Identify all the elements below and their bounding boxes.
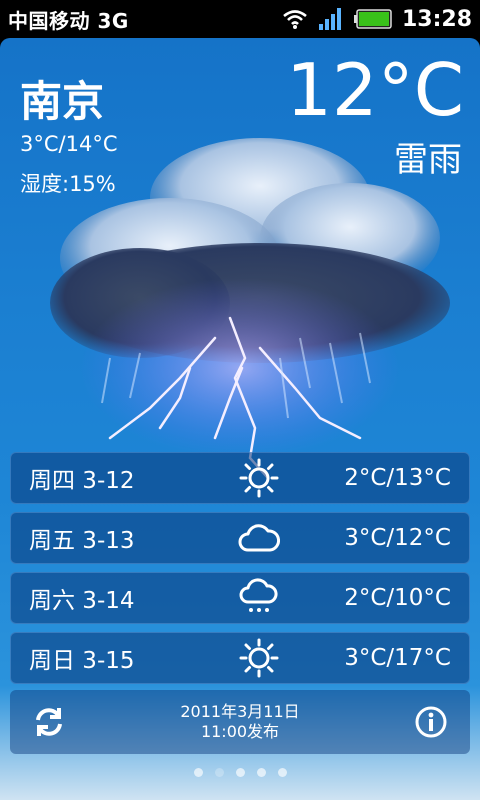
page-dot-active[interactable] — [214, 768, 224, 777]
status-bar: 中国移动 3G 13:28 — [0, 0, 480, 38]
cloudy-icon — [238, 524, 280, 552]
status-icons: 13:28 — [282, 7, 472, 32]
refresh-icon[interactable] — [32, 705, 66, 739]
rain-icon — [239, 578, 278, 612]
today-temp-range: 3°C/14°C — [20, 132, 118, 156]
sunny-icon — [239, 458, 279, 498]
carrier-label: 中国移动 3G — [8, 8, 129, 33]
page-indicator — [0, 768, 480, 777]
weather-panel[interactable]: 南京 3°C/14°C 湿度:15% 12°C 雷雨 周四 3-12 2°C/1… — [0, 38, 480, 800]
forecast-row[interactable]: 周六 3-14 2°C/10°C — [10, 572, 470, 624]
page-dot[interactable] — [277, 768, 287, 777]
page-dot[interactable] — [235, 768, 245, 777]
forecast-temp: 3°C/17°C — [344, 645, 451, 671]
forecast-day: 周六 3-14 — [29, 588, 135, 614]
sunny-icon — [239, 638, 279, 678]
clock: 13:28 — [401, 6, 472, 32]
publish-info: 2011年3月11日 11:00发布 — [66, 702, 414, 742]
forecast-temp: 2°C/10°C — [344, 585, 451, 611]
info-icon[interactable] — [414, 705, 448, 739]
publish-time: 11:00发布 — [200, 722, 280, 741]
forecast-list: 周四 3-12 2°C/13°C 周五 3-13 3°C/12°C 周六 3-1… — [10, 452, 470, 692]
page-dot[interactable] — [256, 768, 266, 777]
footer-bar: 2011年3月11日 11:00发布 — [10, 690, 470, 754]
forecast-day: 周四 3-12 — [29, 468, 135, 494]
forecast-row[interactable]: 周五 3-13 3°C/12°C — [10, 512, 470, 564]
forecast-day: 周日 3-15 — [29, 648, 135, 674]
forecast-row[interactable]: 周四 3-12 2°C/13°C — [10, 452, 470, 504]
current-temperature: 12°C — [286, 48, 464, 132]
current-condition: 雷雨 — [394, 140, 462, 180]
wifi-icon — [283, 10, 307, 29]
forecast-temp: 3°C/12°C — [344, 525, 451, 551]
page-dot[interactable] — [193, 768, 203, 777]
forecast-day: 周五 3-13 — [29, 528, 135, 554]
publish-date: 2011年3月11日 — [180, 702, 300, 721]
forecast-temp: 2°C/13°C — [344, 465, 451, 491]
humidity-label: 湿度:15% — [20, 172, 116, 196]
city-name[interactable]: 南京 — [20, 68, 104, 129]
forecast-row[interactable]: 周日 3-15 3°C/17°C — [10, 632, 470, 684]
signal-icon — [318, 8, 341, 30]
battery-icon — [353, 9, 392, 29]
